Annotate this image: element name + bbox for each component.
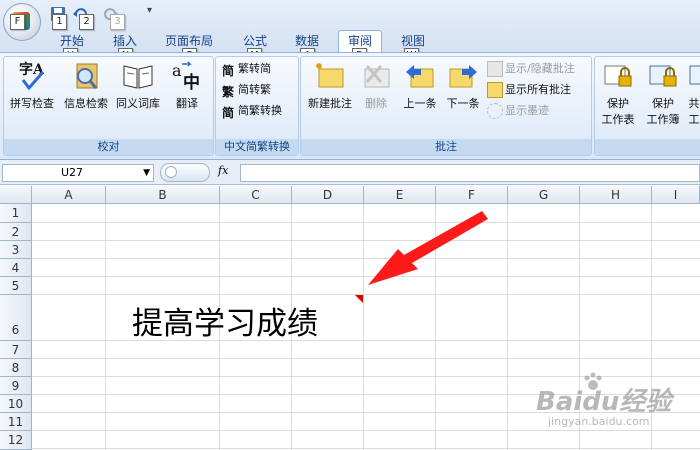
column-header-f[interactable]: F <box>436 186 508 204</box>
spellcheck-label: 拼写检查 <box>10 97 54 110</box>
show-ink-icon <box>487 103 503 119</box>
group-label-comments: 批注 <box>301 139 591 155</box>
next-comment-icon <box>449 65 477 88</box>
column-header-e[interactable]: E <box>364 186 436 204</box>
next-comment-label: 下一条 <box>446 97 480 110</box>
protect-workbook-label-2: 工作簿 <box>646 113 680 126</box>
delete-comment-icon <box>364 65 390 88</box>
row-header-12[interactable]: 12 <box>0 431 32 450</box>
show-hide-comment-button[interactable]: 显示/隐藏批注 <box>487 60 575 78</box>
translate-button[interactable]: a 中 翻译 <box>164 60 210 111</box>
paw-icon <box>584 372 602 390</box>
row-header-1[interactable]: 1 <box>0 204 32 223</box>
share-workbook-button[interactable]: 共 工 <box>688 60 700 127</box>
simplified-to-traditional-label: 简转繁 <box>238 83 271 96</box>
simplified-to-traditional-button[interactable]: 繁简转繁 <box>222 81 271 99</box>
column-header-d[interactable]: D <box>292 186 364 204</box>
delete-comment-button[interactable]: 删除 <box>358 60 394 111</box>
qat-keytip-3: 3 <box>110 14 125 30</box>
spellcheck-icon: 字A <box>19 61 45 91</box>
show-all-comments-icon <box>487 82 503 98</box>
convert-button[interactable]: 简简繁转换 <box>222 102 282 120</box>
row-header-4[interactable]: 4 <box>0 259 32 277</box>
traditional-to-simplified-label: 繁转简 <box>238 62 271 75</box>
traditional-to-simplified-icon: 简 <box>222 64 235 78</box>
new-comment-icon <box>316 63 344 88</box>
research-label: 信息检索 <box>64 97 108 110</box>
row-header-9[interactable]: 9 <box>0 377 32 395</box>
thesaurus-label: 同义词库 <box>116 97 160 110</box>
protect-workbook-label-1: 保护 <box>652 97 674 110</box>
previous-comment-button[interactable]: 上一条 <box>399 60 441 111</box>
translate-label: 翻译 <box>176 97 198 110</box>
show-hide-comment-label: 显示/隐藏批注 <box>505 62 575 75</box>
insert-function-button[interactable]: fx <box>218 164 228 177</box>
office-button-keytip: F <box>10 14 25 30</box>
cell-b6[interactable]: 提高学习成绩 <box>132 298 318 343</box>
show-all-comments-label: 显示所有批注 <box>505 83 571 96</box>
protect-workbook-button[interactable]: 保护 工作簿 <box>641 60 685 127</box>
previous-comment-label: 上一条 <box>403 97 437 110</box>
row-header-6[interactable]: 6 <box>0 295 32 341</box>
protect-sheet-icon <box>604 65 632 87</box>
annotation-arrow-icon <box>368 211 488 285</box>
formula-input[interactable] <box>240 164 700 182</box>
watermark-url: jingyan.baidu.com <box>548 415 650 428</box>
convert-label: 简繁转换 <box>238 104 282 117</box>
traditional-to-simplified-button[interactable]: 简繁转简 <box>222 60 271 78</box>
simplified-to-traditional-icon: 繁 <box>222 85 235 99</box>
column-header-c[interactable]: C <box>220 186 292 204</box>
formula-bar-resize-handle[interactable] <box>160 163 210 182</box>
column-header-h[interactable]: H <box>580 186 652 204</box>
research-icon <box>76 63 98 89</box>
protect-sheet-label-1: 保护 <box>607 97 629 110</box>
show-hide-comment-icon <box>487 61 503 77</box>
delete-comment-label: 删除 <box>365 97 387 110</box>
protect-sheet-button[interactable]: 保护 工作表 <box>597 60 639 127</box>
show-ink-button[interactable]: 显示墨迹 <box>487 102 549 120</box>
row-header-11[interactable]: 11 <box>0 413 32 431</box>
show-ink-label: 显示墨迹 <box>505 104 549 117</box>
spellcheck-button[interactable]: 字A 拼写检查 <box>6 60 58 111</box>
research-button[interactable]: 信息检索 <box>60 60 112 111</box>
convert-icon: 简 <box>222 106 235 120</box>
row-header-5[interactable]: 5 <box>0 277 32 295</box>
new-comment-label: 新建批注 <box>308 97 352 110</box>
qat-keytip-1: 1 <box>52 14 67 30</box>
qat-keytip-2: 2 <box>79 14 94 30</box>
show-all-comments-button[interactable]: 显示所有批注 <box>487 81 571 99</box>
row-header-7[interactable]: 7 <box>0 341 32 359</box>
row-header-8[interactable]: 8 <box>0 359 32 377</box>
previous-comment-icon <box>406 65 434 88</box>
column-header-b[interactable]: B <box>106 186 220 204</box>
name-box[interactable]: U27 ▼ <box>2 164 154 182</box>
share-label-2: 工 <box>688 113 700 126</box>
row-header-10[interactable]: 10 <box>0 395 32 413</box>
select-all-corner[interactable] <box>0 186 32 204</box>
thesaurus-icon <box>123 65 153 89</box>
next-comment-button[interactable]: 下一条 <box>442 60 484 111</box>
column-header-a[interactable]: A <box>32 186 106 204</box>
comment-indicator-icon <box>355 295 363 303</box>
expand-icon <box>165 166 177 178</box>
group-label-changes <box>595 139 700 155</box>
row-header-2[interactable]: 2 <box>0 223 32 241</box>
protect-workbook-icon <box>649 65 677 87</box>
svg-text:a: a <box>172 61 182 80</box>
svg-text:中: 中 <box>183 72 200 92</box>
share-label-1: 共 <box>688 97 700 110</box>
translate-icon: a 中 <box>172 61 200 93</box>
group-label-chinese-conversion: 中文简繁转换 <box>216 139 298 155</box>
qat-customize-icon[interactable]: ▾ <box>147 5 152 16</box>
name-box-value: U27 <box>61 166 84 179</box>
protect-sheet-label-2: 工作表 <box>601 113 635 126</box>
column-header-g[interactable]: G <box>508 186 580 204</box>
share-icon <box>689 65 700 85</box>
name-box-dropdown-icon[interactable]: ▼ <box>143 165 150 181</box>
column-header-i[interactable]: I <box>652 186 700 204</box>
group-label-proofing: 校对 <box>4 139 213 155</box>
new-comment-button[interactable]: 新建批注 <box>303 60 357 111</box>
row-header-3[interactable]: 3 <box>0 241 32 259</box>
thesaurus-button[interactable]: 同义词库 <box>112 60 164 111</box>
